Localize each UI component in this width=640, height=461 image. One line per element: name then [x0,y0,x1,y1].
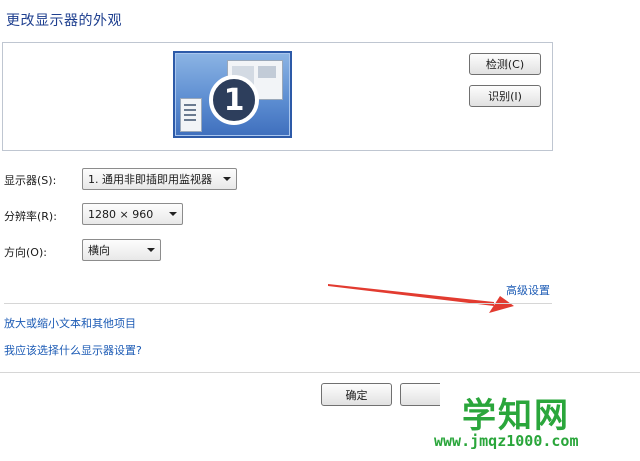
watermark-logo: 学知网 [462,396,570,436]
ok-button[interactable]: 确定 [321,383,392,406]
text-size-link[interactable]: 放大或缩小文本和其他项目 [4,315,136,331]
advanced-settings-link[interactable]: 高级设置 [506,282,550,298]
display-settings-help-link[interactable]: 我应该选择什么显示器设置? [4,342,142,358]
cancel-button[interactable] [400,383,440,406]
watermark-url: www.jmqz1000.com [434,432,579,450]
section-divider [4,303,552,304]
footer-divider [0,372,640,373]
